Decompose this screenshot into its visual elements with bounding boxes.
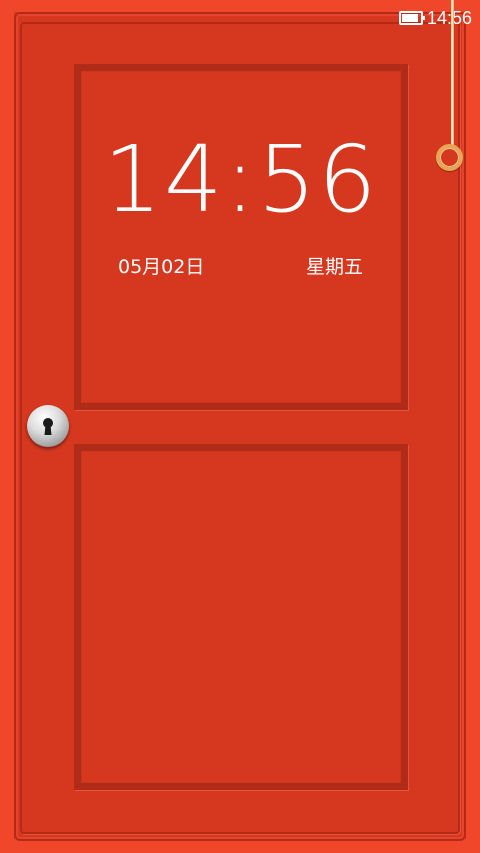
date-label: 05月02日 — [118, 256, 205, 278]
status-bar: 14:56 — [398, 6, 472, 30]
ring-pull-icon[interactable] — [436, 144, 463, 171]
clock: 14:56 — [103, 126, 379, 233]
status-time: 14:56 — [426, 7, 472, 28]
lock-screen: 14:56 14:56 05月02日 星期五 — [0, 0, 480, 853]
keyhole-lock-icon[interactable] — [27, 405, 69, 447]
weekday-label: 星期五 — [306, 256, 364, 278]
battery-icon — [398, 11, 425, 25]
door-panel-top — [74, 64, 408, 410]
door-panel-bottom — [74, 444, 408, 790]
battery-level — [401, 14, 418, 22]
pull-string[interactable] — [451, 0, 454, 146]
